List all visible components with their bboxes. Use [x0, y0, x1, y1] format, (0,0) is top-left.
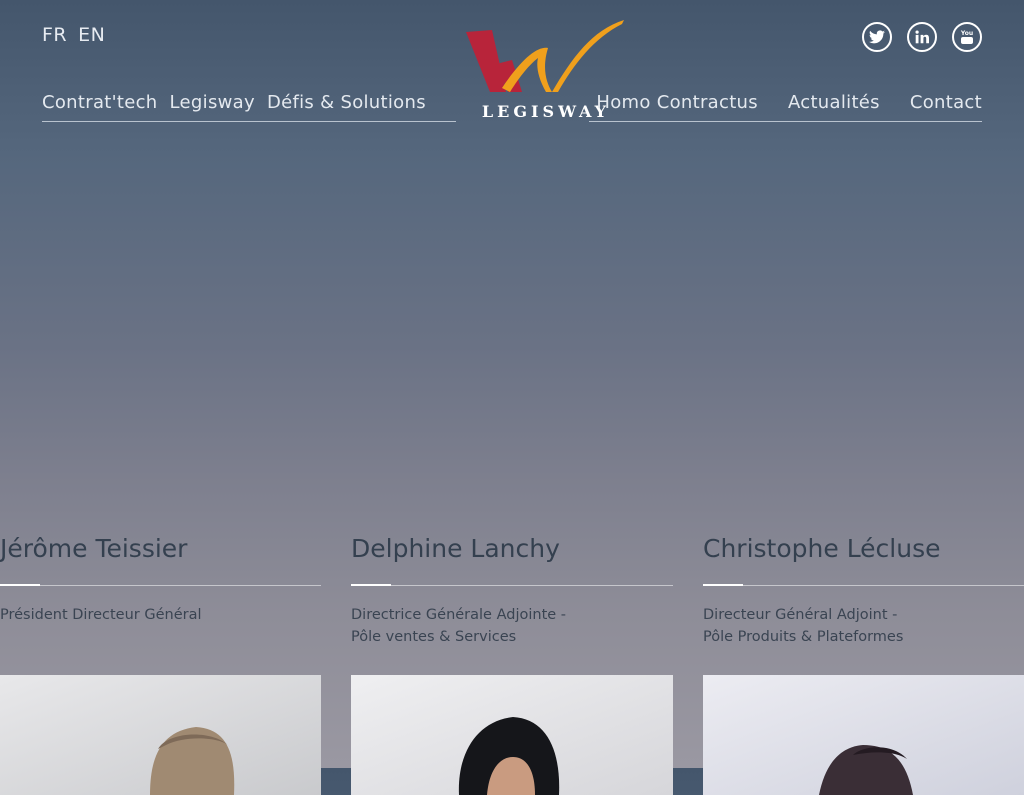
main-nav-left: Contrat'tech Legisway Défis & Solutions	[42, 92, 426, 113]
lang-fr[interactable]: FR	[42, 24, 67, 46]
linkedin-icon[interactable]	[907, 22, 937, 52]
main-nav-right: Homo Contractus Actualités Contact	[596, 92, 982, 113]
nav-item-contact[interactable]: Contact	[910, 92, 982, 113]
member-photo	[703, 675, 1024, 795]
lang-en[interactable]: EN	[78, 24, 105, 46]
twitter-icon[interactable]	[862, 22, 892, 52]
member-name: Delphine Lanchy	[351, 534, 560, 563]
member-role-line: Président Directeur Général	[0, 607, 202, 623]
member-role-line: Pôle Produits & Plateformes	[703, 629, 904, 645]
svg-text:You: You	[960, 30, 973, 37]
nav-item-actualites[interactable]: Actualités	[788, 92, 880, 113]
member-photo	[0, 675, 321, 795]
team-member-card: Jérôme Teissier Président Directeur Géné…	[0, 534, 321, 795]
language-switcher: FR EN	[42, 24, 105, 46]
team-member-card: Christophe Lécluse Directeur Général Adj…	[703, 534, 1024, 795]
nav-item-contrattech[interactable]: Contrat'tech	[42, 92, 158, 113]
team-member-card: Delphine Lanchy Directrice Générale Adjo…	[351, 534, 673, 795]
nav-item-homo-contractus[interactable]: Homo Contractus	[596, 92, 758, 113]
divider-accent	[0, 584, 40, 586]
logo-mark	[466, 20, 624, 92]
divider	[0, 585, 321, 586]
nav-divider-left	[42, 121, 456, 122]
nav-item-defis-solutions[interactable]: Défis & Solutions	[267, 92, 426, 113]
member-role: Directrice Générale Adjointe - Pôle vent…	[351, 604, 566, 648]
divider-accent	[703, 584, 743, 586]
member-photo	[351, 675, 673, 795]
divider	[703, 585, 1024, 586]
member-role: Directeur Général Adjoint - Pôle Produit…	[703, 604, 903, 648]
youtube-icon[interactable]: You	[952, 22, 982, 52]
member-role-line: Directrice Générale Adjointe -	[351, 607, 567, 623]
member-name: Christophe Lécluse	[703, 534, 941, 563]
social-links: You	[862, 22, 982, 52]
member-role: Président Directeur Général	[0, 604, 202, 626]
member-role-line: Pôle ventes & Services	[351, 629, 517, 645]
divider	[351, 585, 673, 586]
nav-item-legisway[interactable]: Legisway	[170, 92, 255, 113]
member-name: Jérôme Teissier	[0, 534, 188, 563]
divider-accent	[351, 584, 391, 586]
nav-divider-right	[589, 121, 982, 122]
member-role-line: Directeur Général Adjoint -	[703, 607, 898, 623]
